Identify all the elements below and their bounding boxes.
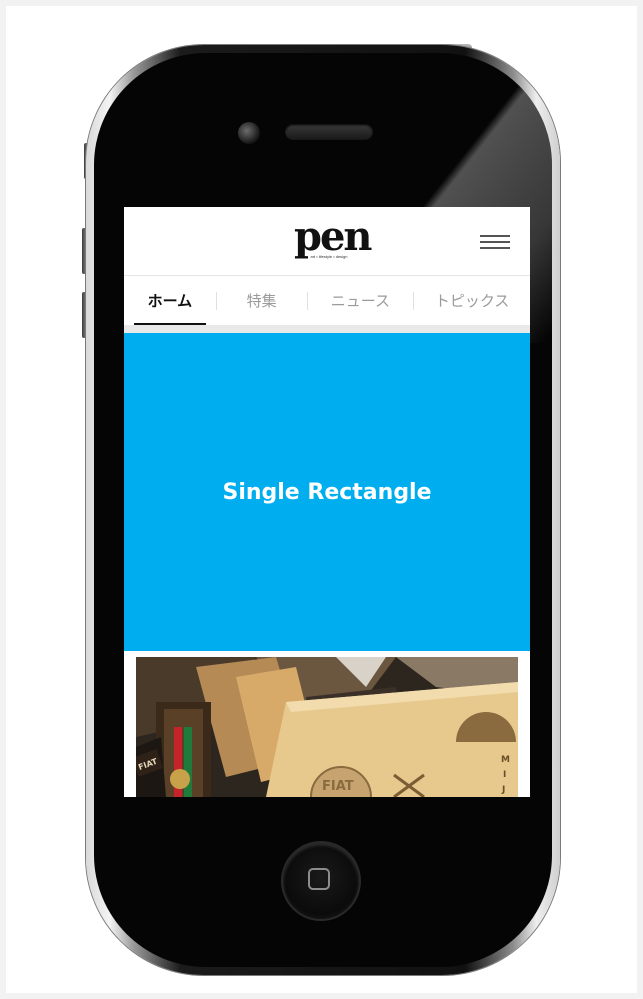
site-logo[interactable]: pen art • lifestyle • design [294,213,373,267]
article-photo: FIAT FIAT M I J [136,657,518,797]
hamburger-line [480,235,510,237]
mij-text-m: M [501,755,510,765]
tab-topics[interactable]: トピックス [414,276,530,326]
ad-rectangle[interactable]: Single Rectangle [124,333,530,651]
front-camera [238,122,260,144]
tabs-divider [124,325,530,333]
site-header: pen art • lifestyle • design [124,207,530,275]
mij-text-j: J [501,785,505,795]
hamburger-line [480,241,510,243]
category-tabs: ホーム 特集 ニュース トピックス [124,275,530,326]
mij-text-i: I [503,770,506,780]
hamburger-icon[interactable] [480,235,510,251]
ad-label: Single Rectangle [222,479,432,505]
hamburger-line [480,247,510,249]
fiat-text-2: FIAT [322,779,354,794]
logo-text: pen [294,213,373,260]
tab-home[interactable]: ホーム [124,276,216,326]
home-square-icon [308,868,330,890]
article-image[interactable]: FIAT FIAT M I J [136,657,518,797]
home-button[interactable] [283,843,359,919]
tab-news[interactable]: ニュース [308,276,414,326]
phone-screen: pen art • lifestyle • design ホーム 特集 ニュース… [124,207,530,797]
tab-features[interactable]: 特集 [217,276,307,326]
earpiece-speaker [285,124,373,140]
